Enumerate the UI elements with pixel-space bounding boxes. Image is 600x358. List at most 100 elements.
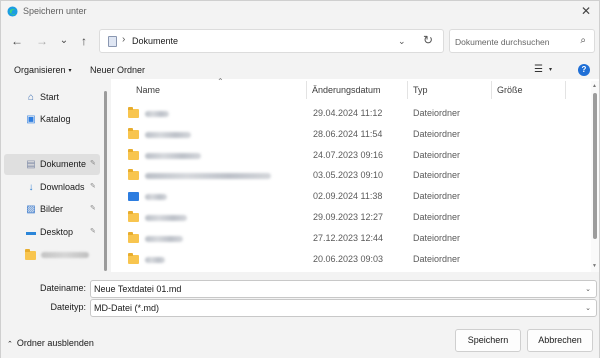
back-button[interactable]: ←: [9, 33, 25, 49]
title-bar: Speichern unter ✕: [1, 1, 599, 23]
cancel-button[interactable]: Abbrechen: [527, 329, 593, 352]
sort-ascending-icon: ⌃: [217, 77, 224, 86]
redacted-file-name: [145, 173, 271, 179]
up-button[interactable]: ↑: [76, 33, 92, 49]
command-bar: Organisieren ▾ Neuer Ordner ☰ ▾ ?: [1, 61, 599, 79]
search-input[interactable]: Dokumente durchsuchen ⌕: [449, 29, 595, 53]
breadcrumb-documents[interactable]: Dokumente: [132, 36, 178, 46]
sidebar-item-label: Katalog: [40, 114, 71, 124]
new-folder-button[interactable]: Neuer Ordner: [90, 65, 145, 75]
chevron-down-icon[interactable]: ▾: [549, 66, 552, 73]
folder-icon: [128, 107, 139, 118]
redacted-file-name: [145, 257, 165, 263]
file-type: Dateiordner: [413, 233, 461, 243]
sidebar-item-folder[interactable]: [4, 245, 100, 266]
close-button[interactable]: ✕: [581, 4, 591, 18]
downloads-icon: ↓: [28, 182, 34, 193]
sidebar-item-katalog[interactable]: ▣ Katalog: [4, 109, 100, 130]
navigation-bar: ← → ⌄ ↑ › Dokumente ⌄ ↻ Dokumente durchs…: [1, 27, 599, 55]
file-list-scrollbar[interactable]: ▲ ▼: [591, 81, 599, 272]
scroll-down-arrow[interactable]: ▼: [592, 263, 597, 269]
scroll-up-arrow[interactable]: ▲: [592, 83, 597, 89]
refresh-icon[interactable]: ↻: [423, 33, 433, 47]
address-history-dropdown[interactable]: ⌄: [398, 36, 406, 47]
redacted-file-name: [145, 215, 187, 221]
file-type: Dateiordner: [413, 212, 461, 222]
hide-folders-label: Ordner ausblenden: [16, 338, 94, 348]
chevron-down-icon[interactable]: ⌄: [585, 304, 591, 312]
table-row[interactable]: 27.12.2023 12:44 Dateiordner: [111, 228, 591, 249]
table-row[interactable]: 20.06.2023 09:03 Dateiordner: [111, 249, 591, 270]
chevron-down-icon[interactable]: ⌄: [585, 285, 591, 293]
gallery-icon: ▣: [26, 114, 36, 125]
folder-icon: [128, 232, 139, 243]
modified-date: 28.06.2024 11:54: [313, 129, 383, 139]
window-title: Speichern unter: [23, 6, 87, 16]
sidebar-item-downloads[interactable]: ↓ Downloads ✎: [4, 177, 100, 198]
chevron-down-icon: ▾: [68, 68, 72, 74]
folder-icon: [25, 249, 36, 260]
pin-icon: ✎: [90, 183, 96, 190]
sidebar-item-label: Start: [40, 92, 60, 102]
save-form: Dateiname: Neue Textdatei 01.md ⌄ Dateit…: [1, 272, 599, 358]
modified-date: 29.09.2023 12:27: [313, 212, 384, 222]
search-icon[interactable]: ⌕: [580, 35, 586, 46]
sidebar-item-desktop[interactable]: ▬ Desktop ✎: [4, 222, 100, 243]
sidebar-item-bilder[interactable]: ▨ Bilder ✎: [4, 199, 100, 220]
table-row[interactable]: 29.09.2023 12:27 Dateiordner: [111, 207, 591, 228]
folder-icon: [128, 149, 139, 160]
redacted-file-name: [145, 236, 183, 242]
table-row[interactable]: 03.05.2023 09:10 Dateiordner: [111, 165, 591, 186]
sidebar-scroll-thumb[interactable]: [104, 91, 107, 271]
home-icon: ⌂: [27, 92, 35, 103]
organize-button[interactable]: Organisieren ▾: [14, 65, 72, 75]
table-row[interactable]: 28.06.2024 11:54 Dateiordner: [111, 124, 591, 145]
sidebar-scrollbar[interactable]: [102, 81, 109, 272]
pin-icon: ✎: [90, 160, 96, 167]
pictures-icon: ▨: [26, 204, 36, 215]
documents-icon: ▤: [26, 159, 36, 170]
view-options-icon[interactable]: ☰: [534, 64, 543, 75]
filetype-select[interactable]: MD-Datei (*.md) ⌄: [90, 299, 597, 317]
organize-label: Organisieren: [14, 65, 66, 75]
address-bar[interactable]: › Dokumente ⌄ ↻: [99, 29, 444, 53]
file-type: Dateiordner: [413, 191, 461, 201]
column-divider[interactable]: [565, 81, 566, 99]
sidebar-item-dokumente[interactable]: ▤ Dokumente ✎: [4, 154, 100, 175]
navigation-pane: ⌂ Start ▣ Katalog ▤ Dokumente ✎ ↓ Downlo…: [1, 81, 102, 272]
table-row[interactable]: 29.04.2024 11:12 Dateiordner: [111, 103, 591, 124]
save-button[interactable]: Speichern: [455, 329, 521, 352]
sidebar-item-start[interactable]: ⌂ Start: [4, 87, 100, 108]
recent-locations-button[interactable]: ⌄: [56, 33, 72, 49]
redacted-file-name: [145, 194, 167, 200]
table-row[interactable]: 24.07.2023 09:16 Dateiordner: [111, 145, 591, 166]
desktop-icon: ▬: [26, 227, 36, 238]
redacted-file-name: [145, 111, 169, 117]
table-row[interactable]: 02.09.2024 11:38 Dateiordner: [111, 186, 591, 207]
file-type: Dateiordner: [413, 170, 461, 180]
chevron-up-icon: ⌃: [7, 341, 13, 348]
sidebar-item-label: Bilder: [40, 204, 64, 214]
folder-icon: [128, 211, 139, 222]
column-divider[interactable]: [407, 81, 408, 99]
column-divider[interactable]: [491, 81, 492, 99]
help-button[interactable]: ?: [578, 64, 590, 76]
forward-button[interactable]: →: [34, 33, 50, 49]
folder-icon: [128, 128, 139, 139]
modified-date: 29.04.2024 11:12: [313, 108, 383, 118]
folder-icon: [128, 253, 139, 264]
redacted-file-name: [145, 132, 191, 138]
filename-field[interactable]: Neue Textdatei 01.md ⌄: [90, 280, 597, 298]
save-as-dialog: Speichern unter ✕ ← → ⌄ ↑ › Dokumente ⌄ …: [0, 0, 600, 358]
modified-date: 24.07.2023 09:16: [313, 150, 384, 160]
hide-folders-toggle[interactable]: ⌃ Ordner ausblenden: [7, 338, 94, 348]
search-placeholder: Dokumente durchsuchen: [455, 37, 550, 47]
filetype-label: Dateityp:: [50, 302, 86, 312]
modified-date: 20.06.2023 09:03: [313, 254, 384, 264]
modified-date: 27.12.2023 12:44: [313, 233, 384, 243]
sidebar-item-label: Downloads: [40, 182, 85, 192]
file-list-scroll-thumb[interactable]: [593, 93, 597, 239]
sidebar-item-label: Desktop: [40, 227, 74, 237]
filetype-value: MD-Datei (*.md): [94, 303, 160, 313]
column-divider[interactable]: [306, 81, 307, 99]
